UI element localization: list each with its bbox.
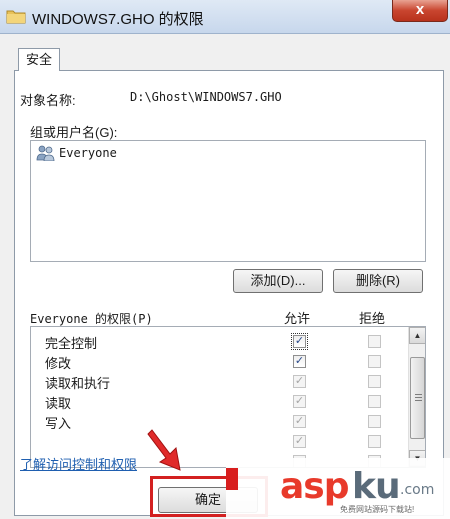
close-button[interactable]: x [392,0,448,22]
deny-checkbox[interactable] [368,375,381,388]
add-button[interactable]: 添加(D)... [233,269,323,293]
watermark-com: .com [400,482,435,498]
user-name: Everyone [59,146,117,160]
grip-line [415,400,422,401]
allow-column-header: 允许 [284,311,311,326]
group-label: 组或用户名(G): [30,125,118,140]
user-list[interactable]: Everyone [30,140,426,262]
allow-checkbox[interactable]: ✓ [293,395,306,408]
remove-button[interactable]: 删除(R) [333,269,423,293]
window-title: WINDOWS7.GHO 的权限 [32,11,204,28]
permission-row: 完全控制 ✓ [31,331,407,351]
allow-checkbox[interactable]: ✓ [293,415,306,428]
grip-line [415,394,422,395]
scroll-up-arrow-icon[interactable]: ▲ [409,327,425,344]
tab-security[interactable]: 安全 [18,48,60,71]
deny-checkbox[interactable] [368,395,381,408]
deny-checkbox[interactable] [368,355,381,368]
permission-row: 读取和执行 ✓ [31,371,407,391]
help-link[interactable]: 了解访问控制和权限 [20,454,137,473]
object-name-label: 对象名称: [20,93,76,108]
deny-column-header: 拒绝 [359,311,386,326]
watermark-tagline: 免费网站源码下载站! [340,505,415,514]
permission-row: 修改 ✓ [31,351,407,371]
permission-name: 修改 [45,356,72,371]
watermark-asp: asp [280,466,349,507]
scroll-thumb[interactable] [410,357,425,439]
pointer-arrow-icon [147,429,181,471]
permission-row: 写入 ✓ [31,411,407,431]
permission-name: 完全控制 [45,336,98,351]
title-bar: WINDOWS7.GHO 的权限 x [0,0,450,34]
grip-line [415,397,422,398]
allow-checkbox[interactable]: ✓ [291,333,308,350]
allow-checkbox[interactable]: ✓ [293,375,306,388]
permissions-label: Everyone 的权限(P) [30,312,153,326]
folder-icon [6,10,26,24]
list-item-everyone[interactable]: Everyone [35,144,117,162]
permission-name: 读取和执行 [45,376,111,391]
permission-name: 读取 [45,396,72,411]
object-name-value: D:\Ghost\WINDOWS7.GHO [130,90,282,104]
allow-checkbox[interactable]: ✓ [293,355,306,368]
watermark-ku: ku [352,466,401,507]
deny-checkbox[interactable] [368,335,381,348]
allow-checkbox[interactable]: ✓ [293,435,306,448]
users-icon [36,145,55,161]
permission-row: 读取 ✓ [31,391,407,411]
deny-checkbox[interactable] [368,435,381,448]
permission-row: ✓ [31,431,407,451]
permissions-list: 完全控制 ✓ 修改 ✓ 读取和执行 ✓ 读取 ✓ 写入 ✓ ✓ ▲ [30,326,426,468]
deny-checkbox[interactable] [368,415,381,428]
permission-name: 写入 [45,416,72,431]
watermark-red-block [226,468,238,490]
permissions-scrollbar[interactable]: ▲ ▼ [408,327,425,467]
